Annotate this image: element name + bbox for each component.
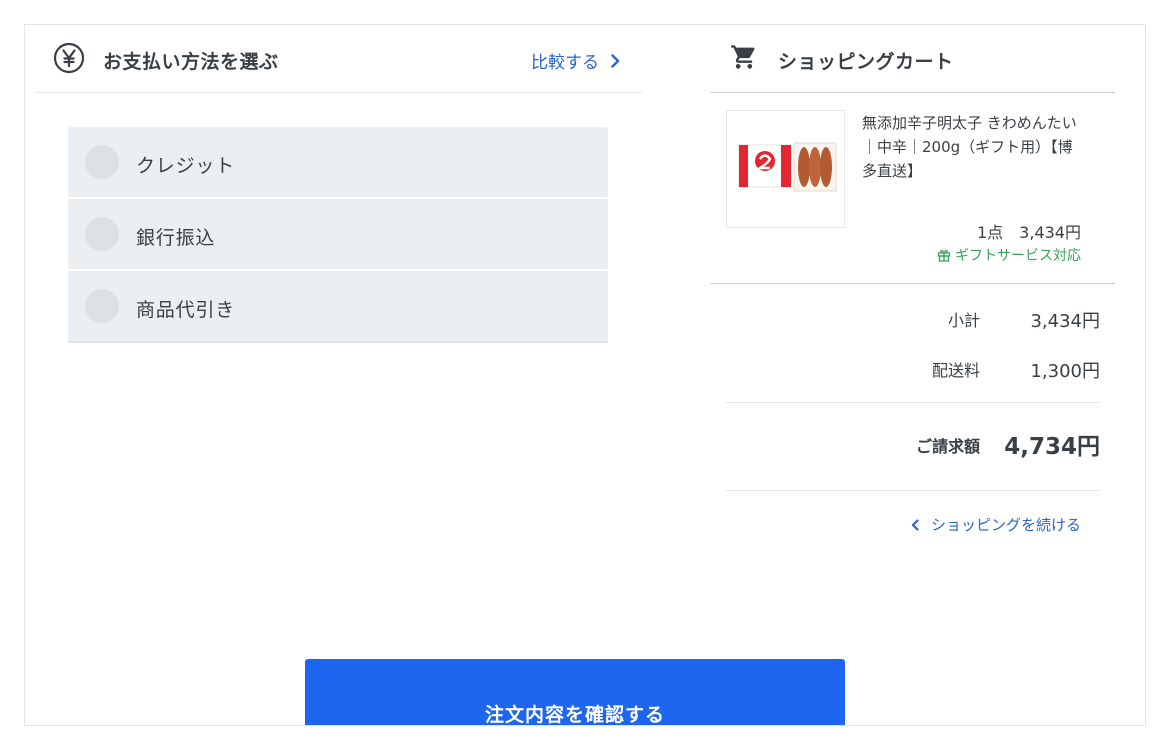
- gift-service-badge: ギフトサービス対応: [937, 245, 1081, 265]
- radio-button[interactable]: [85, 289, 119, 323]
- chevron-right-icon: [611, 53, 620, 68]
- product-quantity-price: 1点 3,434円: [977, 223, 1081, 242]
- cart-icon: [731, 45, 755, 69]
- subtotal-value: 3,434円: [1030, 311, 1100, 332]
- compare-link[interactable]: 比較する: [531, 48, 620, 73]
- order-totals: 小計 3,434円 配送料 1,300円 ご請求額 4,734円: [725, 285, 1100, 491]
- subtotal-row: 小計 3,434円: [725, 285, 1100, 335]
- cart-title: ショッピングカート: [778, 51, 954, 73]
- shipping-label: 配送料: [931, 361, 980, 380]
- product-name[interactable]: 無添加辛子明太子 きわめんたい｜中辛｜200g（ギフト用）【博多直送】: [862, 111, 1087, 183]
- product-thumbnail[interactable]: [726, 110, 845, 228]
- radio-button[interactable]: [85, 145, 119, 179]
- total-label: ご請求額: [915, 437, 980, 456]
- payment-option-label: 商品代引き: [136, 299, 236, 321]
- checkout-frame: お支払い方法を選ぶ 比較する クレジット 銀行振込 商品代引き ショッピングカー…: [24, 24, 1146, 726]
- confirm-order-button[interactable]: 注文内容を確認する: [305, 659, 845, 725]
- payment-options: クレジット 銀行振込 商品代引き: [68, 127, 608, 345]
- continue-shopping-label: ショッピングを続ける: [930, 516, 1081, 534]
- total-row: ご請求額 4,734円: [725, 403, 1100, 491]
- gift-icon: [937, 249, 951, 262]
- total-value: 4,734円: [1004, 434, 1100, 460]
- payment-title: お支払い方法を選ぶ: [103, 51, 279, 73]
- yen-icon: [53, 42, 85, 74]
- cart-header: ショッピングカート: [710, 25, 1115, 93]
- shipping-value: 1,300円: [1030, 361, 1100, 382]
- continue-shopping-link[interactable]: ショッピングを続ける: [911, 514, 1081, 535]
- payment-option-cod[interactable]: 商品代引き: [68, 271, 608, 343]
- radio-button[interactable]: [85, 217, 119, 251]
- product-image: [738, 142, 837, 192]
- payment-option-label: クレジット: [136, 155, 236, 177]
- gift-service-label: ギフトサービス対応: [955, 248, 1081, 264]
- payment-option-credit[interactable]: クレジット: [68, 127, 608, 197]
- payment-option-label: 銀行振込: [136, 227, 216, 249]
- subtotal-label: 小計: [947, 311, 980, 330]
- payment-header: お支払い方法を選ぶ 比較する: [36, 25, 642, 93]
- chevron-left-icon: [911, 518, 919, 531]
- compare-label: 比較する: [531, 53, 599, 73]
- shipping-row: 配送料 1,300円: [725, 335, 1100, 403]
- cart-item: 無添加辛子明太子 きわめんたい｜中辛｜200g（ギフト用）【博多直送】 1点 3…: [710, 93, 1115, 284]
- payment-option-bank-transfer[interactable]: 銀行振込: [68, 199, 608, 269]
